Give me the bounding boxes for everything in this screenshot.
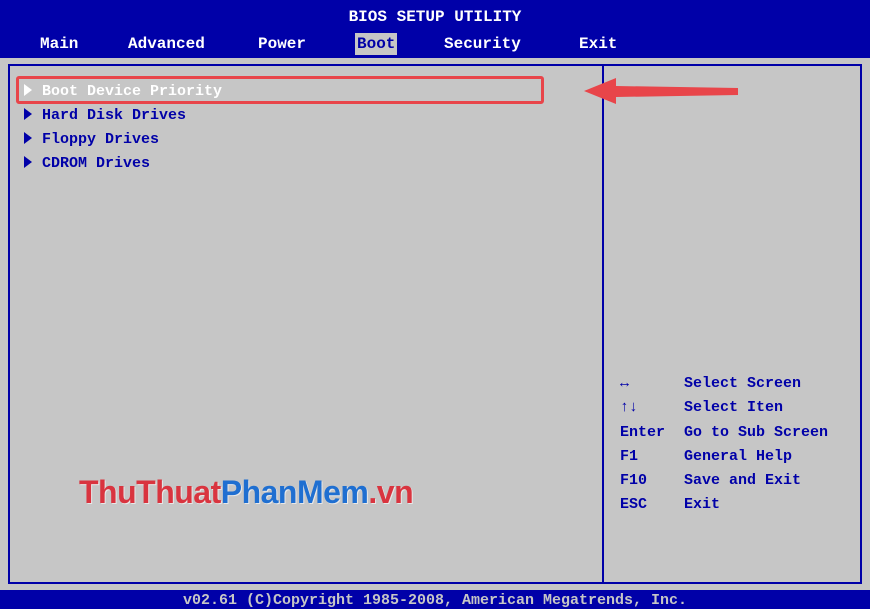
- tab-main[interactable]: Main: [38, 33, 80, 55]
- help-key: ↔: [620, 375, 630, 392]
- menu-item-cdrom-drives[interactable]: CDROM Drives: [24, 153, 150, 175]
- watermark-part: .vn: [368, 474, 414, 510]
- menu-item-label: CDROM Drives: [42, 155, 151, 172]
- help-desc: Save and Exit: [684, 472, 802, 489]
- annotation-arrow-icon: [584, 78, 738, 104]
- help-row-select-item: ↑↓ Select Iten: [620, 396, 783, 420]
- tab-advanced[interactable]: Advanced: [126, 33, 207, 55]
- tab-power[interactable]: Power: [256, 33, 308, 55]
- help-desc: General Help: [684, 448, 793, 465]
- help-desc: Exit: [684, 496, 721, 513]
- help-row-enter: Enter Go to Sub Screen: [620, 421, 828, 445]
- watermark-part: ThuThuat: [79, 474, 221, 510]
- help-row-general-help: F1 General Help: [620, 445, 792, 469]
- menu-item-label: Floppy Drives: [42, 131, 160, 148]
- tab-boot[interactable]: Boot: [355, 33, 398, 55]
- help-key: ↑↓: [620, 399, 639, 416]
- tab-exit[interactable]: Exit: [577, 33, 619, 55]
- help-key: Enter: [620, 424, 666, 441]
- help-desc: Select Iten: [684, 399, 784, 416]
- watermark-part: PhanMem: [220, 474, 369, 510]
- submenu-arrow-icon: [24, 108, 32, 121]
- annotation-highlight-box: [16, 76, 544, 104]
- copyright-text: v02.61 (C)Copyright 1985-2008, American …: [182, 592, 688, 609]
- help-key: F1: [620, 448, 639, 465]
- menu-item-label: Hard Disk Drives: [42, 107, 187, 124]
- panel-divider: [602, 64, 604, 584]
- watermark: ThuThuatPhanMem.vn: [79, 470, 414, 514]
- help-key: F10: [620, 472, 648, 489]
- help-desc: Select Screen: [684, 375, 802, 392]
- help-row-select-screen: ↔ Select Screen: [620, 372, 801, 396]
- tab-security[interactable]: Security: [442, 33, 523, 55]
- help-desc: Go to Sub Screen: [684, 424, 829, 441]
- submenu-arrow-icon: [24, 132, 32, 145]
- bios-title: BIOS SETUP UTILITY: [348, 8, 522, 26]
- help-row-exit: ESC Exit: [620, 493, 720, 517]
- submenu-arrow-icon: [24, 156, 32, 169]
- help-key: ESC: [620, 496, 648, 513]
- menu-item-floppy-drives[interactable]: Floppy Drives: [24, 129, 159, 151]
- help-row-save-exit: F10 Save and Exit: [620, 469, 801, 493]
- menu-item-hard-disk-drives[interactable]: Hard Disk Drives: [24, 105, 186, 127]
